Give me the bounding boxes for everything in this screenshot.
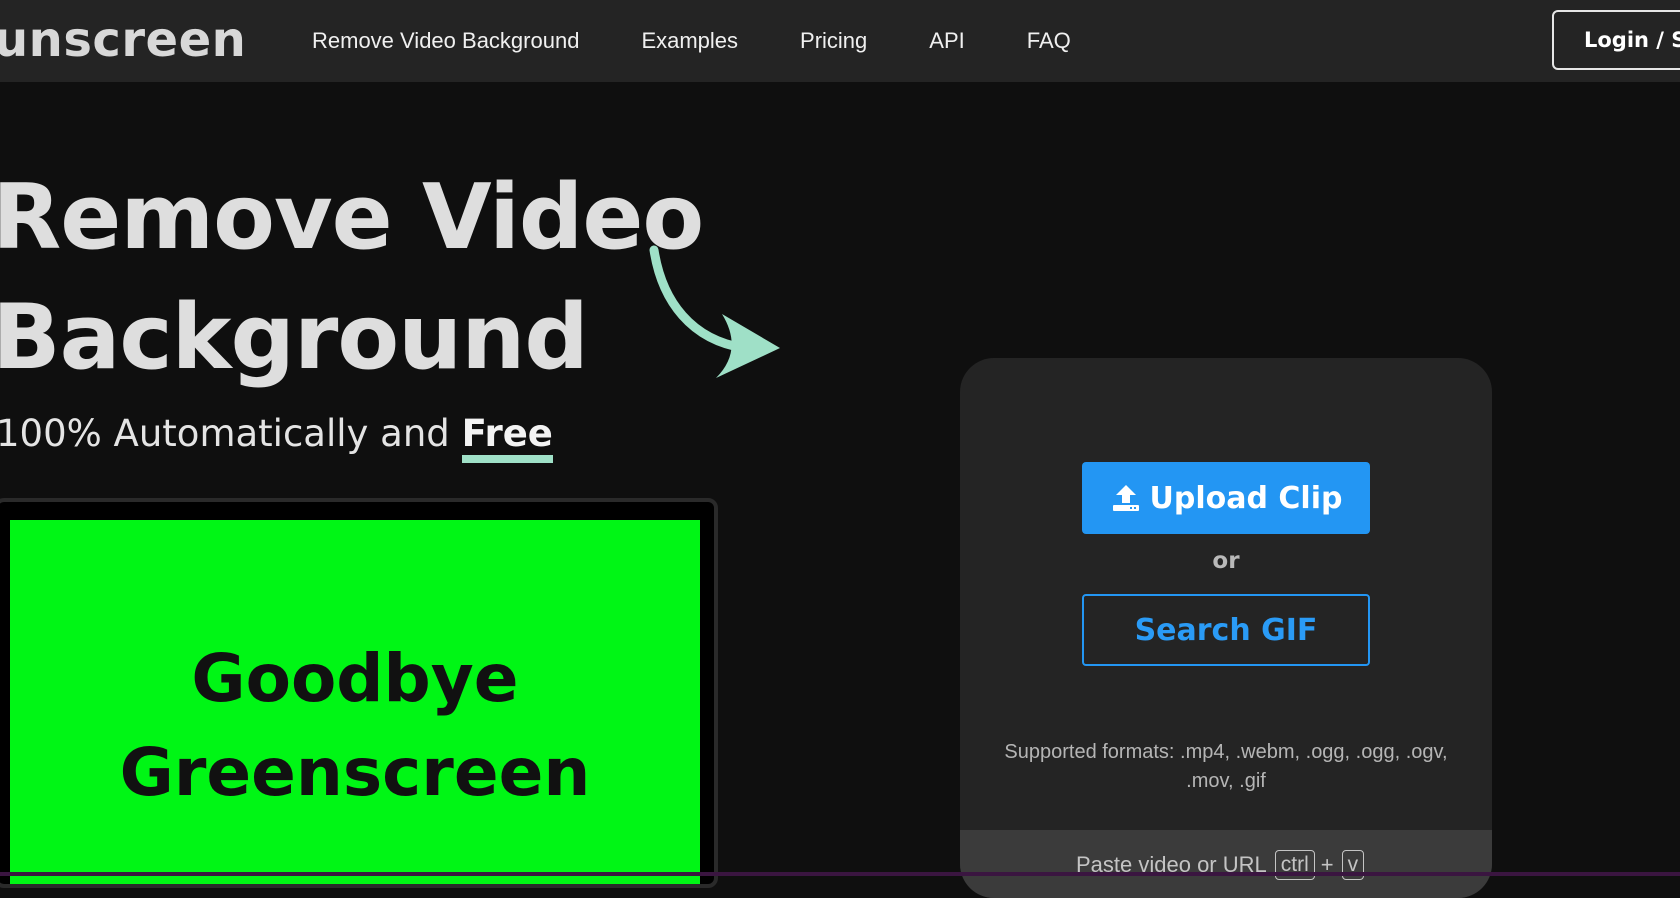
upload-card: Upload Clip or Search GIF Supported form… [960, 358, 1492, 898]
unscreen-logo[interactable]: unscreen [0, 10, 246, 70]
preview-caption-line1: Goodbye [191, 640, 519, 717]
bottom-divider [0, 872, 1680, 876]
demo-preview-frame: Goodbye Greenscreen [0, 498, 718, 888]
nav-link-remove-video-background[interactable]: Remove Video Background [312, 28, 579, 54]
hero-title: Remove Video Background [0, 158, 704, 398]
hero-title-line1: Remove Video [0, 165, 704, 270]
nav-link-faq[interactable]: FAQ [1027, 28, 1071, 54]
supported-formats: Supported formats: .mp4, .webm, .ogg, .o… [996, 738, 1456, 796]
hero-title-line2: Background [0, 285, 589, 390]
hero-subtitle: 100% Automatically and Free [0, 406, 553, 463]
paste-url-bar[interactable]: Paste video or URL ctrl + v [960, 830, 1492, 898]
supported-formats-line1: Supported formats: .mp4, .webm, .ogg, .o… [1004, 741, 1448, 763]
hero-subtitle-free: Free [461, 412, 553, 463]
or-separator: or [1212, 548, 1240, 574]
preview-caption: Goodbye Greenscreen [120, 632, 591, 820]
login-signup-button[interactable]: Login / Sign up [1552, 10, 1680, 70]
nav-link-api[interactable]: API [929, 28, 964, 54]
search-gif-button[interactable]: Search GIF [1082, 594, 1370, 666]
hero-subtitle-prefix: 100% Automatically and [0, 412, 462, 455]
green-screen-preview: Goodbye Greenscreen [10, 520, 700, 884]
supported-formats-line2: .mov, .gif [1186, 770, 1266, 792]
preview-caption-line2: Greenscreen [119, 734, 591, 811]
upload-clip-label: Upload Clip [1149, 480, 1343, 516]
curved-arrow-icon [649, 245, 780, 378]
nav-link-examples[interactable]: Examples [641, 28, 738, 54]
upload-clip-button[interactable]: Upload Clip [1082, 462, 1370, 534]
upload-icon [1112, 485, 1139, 511]
nav-link-pricing[interactable]: Pricing [800, 28, 867, 54]
nav-links: Remove Video Background Examples Pricing… [312, 0, 1133, 82]
top-navbar: unscreen Remove Video Background Example… [0, 0, 1680, 82]
